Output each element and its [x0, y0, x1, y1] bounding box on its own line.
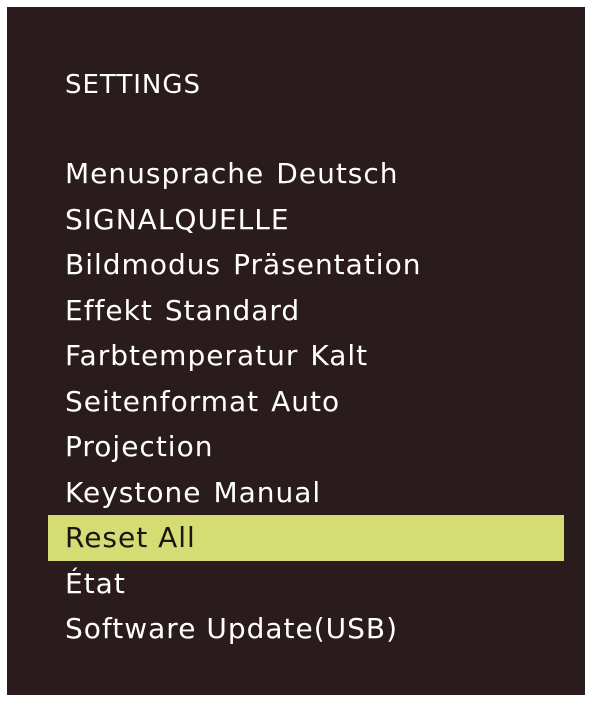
menu-item-label: Keystone [65, 475, 202, 509]
menu-item-label: État [65, 566, 126, 600]
settings-osd-panel: SETTINGS Menusprache Deutsch SIGNALQUELLE… [7, 7, 585, 695]
menu-item-value: Kalt [310, 339, 369, 372]
menu-item-value: Manual [213, 475, 322, 509]
menu-item-software-update[interactable]: Software Update(USB) [48, 606, 564, 652]
menu-item-value: Auto [271, 384, 341, 418]
settings-menu-list: Menusprache Deutsch SIGNALQUELLE Bildmodu… [48, 151, 564, 652]
menu-item-seitenformat[interactable]: Seitenformat Auto [48, 379, 564, 425]
menu-item-bildmodus[interactable]: Bildmodus Präsentation [48, 242, 564, 288]
menu-item-signalquelle[interactable]: SIGNALQUELLE [48, 197, 564, 243]
menu-item-reset-all[interactable]: Reset All [48, 515, 564, 561]
menu-item-etat[interactable]: État [48, 561, 564, 607]
menu-item-menusprache[interactable]: Menusprache Deutsch [48, 151, 564, 197]
menu-item-label: Reset All [65, 521, 196, 554]
menu-item-label: Projection [65, 430, 214, 463]
menu-item-projection[interactable]: Projection [48, 424, 564, 470]
menu-item-value: Präsentation [233, 248, 422, 281]
menu-item-label: Seitenformat [65, 384, 260, 418]
menu-title: SETTINGS [65, 70, 202, 100]
menu-item-label: Bildmodus [65, 248, 222, 281]
menu-item-label: Menusprache [65, 157, 265, 190]
menu-item-label: Effekt [65, 293, 153, 327]
menu-item-label: Farbtemperatur [65, 339, 299, 372]
menu-item-effekt[interactable]: Effekt Standard [48, 288, 564, 334]
menu-item-label: SIGNALQUELLE [65, 202, 290, 236]
menu-item-label: Software Update(USB) [65, 612, 399, 645]
menu-item-keystone[interactable]: Keystone Manual [48, 470, 564, 516]
menu-item-value: Deutsch [276, 157, 399, 190]
menu-item-farbtemperatur[interactable]: Farbtemperatur Kalt [48, 333, 564, 379]
menu-item-value: Standard [164, 293, 301, 327]
